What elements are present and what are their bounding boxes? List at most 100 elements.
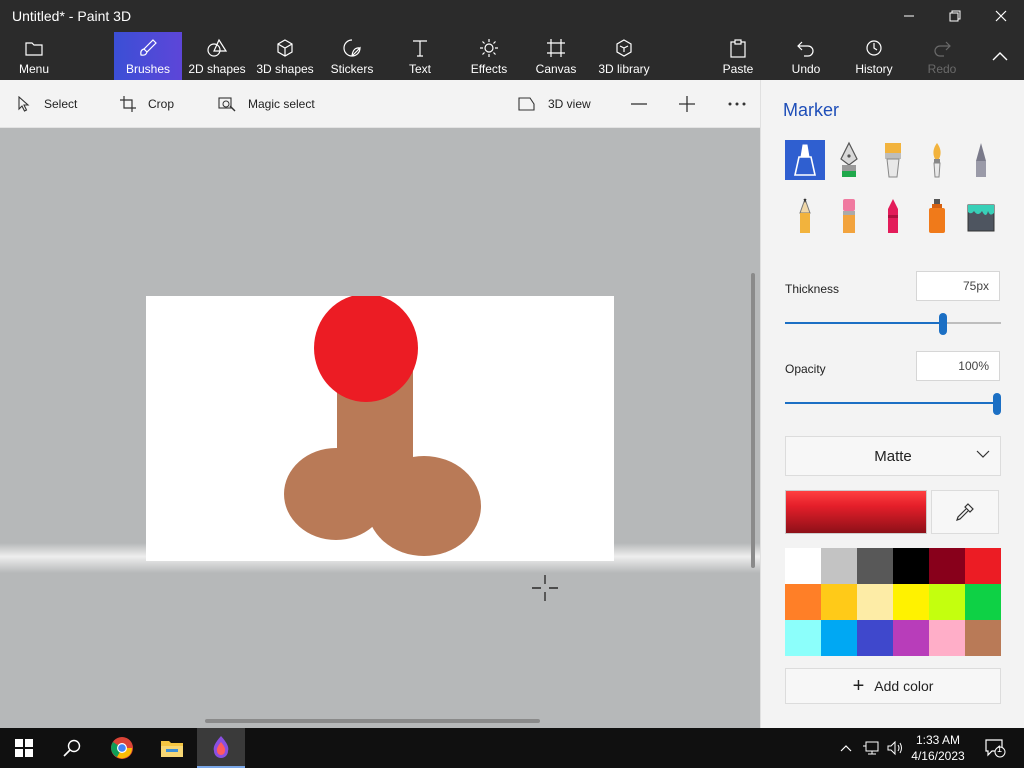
action-center-button[interactable]: 1 — [978, 728, 1012, 768]
drawing-canvas[interactable] — [146, 296, 614, 561]
eraser-icon — [843, 199, 855, 233]
color-swatch[interactable] — [893, 548, 929, 584]
current-color-swatch[interactable] — [785, 490, 927, 534]
add-color-button[interactable]: + Add color — [785, 668, 1001, 704]
pixel-pen-tool[interactable] — [961, 140, 1001, 180]
volume-button[interactable] — [882, 728, 908, 768]
color-swatch[interactable] — [785, 548, 821, 584]
eyedropper-button[interactable] — [931, 490, 999, 534]
crop-label: Crop — [148, 97, 175, 111]
menu-label: Menu — [18, 62, 50, 76]
color-swatch[interactable] — [785, 584, 821, 620]
horizontal-scrollbar[interactable] — [205, 719, 540, 723]
pencil-tool[interactable] — [785, 196, 825, 236]
collapse-ribbon-button[interactable] — [980, 32, 1020, 80]
color-swatch[interactable] — [929, 620, 965, 656]
undo-button[interactable]: Undo — [784, 32, 828, 80]
restore-icon — [949, 10, 961, 22]
color-swatch[interactable] — [857, 584, 893, 620]
opacity-thumb[interactable] — [993, 393, 1001, 415]
3d-shapes-button[interactable]: 3D shapes — [254, 32, 316, 80]
library-icon — [616, 39, 632, 57]
menu-button[interactable]: Menu — [0, 32, 68, 80]
oil-brush-tool[interactable] — [873, 140, 913, 180]
notification-count: 1 — [997, 744, 1003, 754]
redo-button[interactable]: Redo — [922, 32, 962, 80]
opacity-input[interactable]: 100% — [916, 351, 1000, 381]
magic-select-label: Magic select — [248, 97, 315, 111]
color-swatch[interactable] — [821, 584, 857, 620]
close-button[interactable] — [978, 0, 1024, 32]
color-swatch[interactable] — [893, 620, 929, 656]
brushes-button[interactable]: Brushes — [114, 32, 182, 80]
add-color-label: Add color — [874, 678, 934, 694]
paint3d-icon — [213, 736, 229, 758]
color-swatch[interactable] — [965, 548, 1001, 584]
clock-time: 1:33 AM — [915, 733, 961, 747]
color-swatch[interactable] — [821, 548, 857, 584]
watercolor-tool[interactable] — [917, 140, 957, 180]
opacity-slider[interactable] — [785, 393, 1001, 415]
more-icon — [728, 102, 746, 106]
finish-dropdown[interactable]: Matte — [785, 436, 1001, 476]
select-button[interactable]: Select — [16, 80, 77, 128]
minus-icon — [631, 103, 647, 105]
search-button[interactable] — [48, 728, 96, 768]
canvas-button[interactable]: Canvas — [530, 32, 582, 80]
color-swatch[interactable] — [929, 548, 965, 584]
color-swatch[interactable] — [857, 620, 893, 656]
spray-can-tool[interactable] — [917, 196, 957, 236]
crayon-tool[interactable] — [873, 196, 913, 236]
restore-button[interactable] — [932, 0, 978, 32]
fill-tool[interactable] — [961, 196, 1001, 236]
thickness-slider[interactable] — [785, 313, 1001, 335]
crop-button[interactable]: Crop — [120, 80, 174, 128]
3d-library-button[interactable]: 3D library — [594, 32, 654, 80]
magic-select-button[interactable]: Magic select — [218, 80, 315, 128]
more-options-button[interactable] — [727, 80, 759, 128]
taskbar: 1:33 AM 4/16/2023 1 — [0, 728, 1024, 768]
minimize-button[interactable] — [886, 0, 932, 32]
zoom-in-button[interactable] — [678, 80, 708, 128]
title-bar: Untitled* - Paint 3D — [0, 0, 1024, 32]
color-swatch[interactable] — [857, 548, 893, 584]
paste-label: Paste — [722, 62, 754, 76]
stickers-button[interactable]: Stickers — [324, 32, 380, 80]
2d-shapes-button[interactable]: 2D shapes — [186, 32, 248, 80]
close-icon — [995, 10, 1007, 22]
file-explorer-taskbar-button[interactable] — [148, 728, 196, 768]
show-hidden-icons-button[interactable] — [834, 728, 858, 768]
history-button[interactable]: History — [850, 32, 898, 80]
zoom-out-button[interactable] — [630, 80, 660, 128]
paint3d-taskbar-button[interactable] — [197, 728, 245, 768]
brush-icon — [140, 39, 157, 56]
color-swatch[interactable] — [965, 584, 1001, 620]
history-label: History — [855, 62, 893, 76]
eraser-tool[interactable] — [829, 196, 869, 236]
paste-button[interactable]: Paste — [716, 32, 760, 80]
drawing-shape-head — [314, 296, 418, 402]
text-button[interactable]: Text — [396, 32, 444, 80]
calligraphy-pen-tool[interactable] — [829, 140, 869, 180]
network-icon — [863, 741, 879, 755]
magic-select-icon — [218, 97, 236, 112]
workspace[interactable] — [0, 128, 760, 728]
thickness-input[interactable]: 75px — [916, 271, 1000, 301]
effects-button[interactable]: Effects — [464, 32, 514, 80]
color-swatch[interactable] — [929, 584, 965, 620]
start-button[interactable] — [0, 728, 48, 768]
3d-view-button[interactable]: 3D view — [518, 80, 591, 128]
color-swatch[interactable] — [785, 620, 821, 656]
sun-icon — [480, 39, 498, 57]
opacity-fill — [785, 402, 1001, 404]
system-clock[interactable]: 1:33 AM 4/16/2023 — [906, 732, 970, 764]
color-swatch[interactable] — [893, 584, 929, 620]
color-swatch[interactable] — [965, 620, 1001, 656]
vertical-scrollbar[interactable] — [751, 273, 755, 568]
marker-tool[interactable] — [785, 140, 825, 180]
chrome-taskbar-button[interactable] — [98, 728, 146, 768]
undo-label: Undo — [791, 62, 821, 76]
network-button[interactable] — [858, 728, 884, 768]
color-swatch[interactable] — [821, 620, 857, 656]
thickness-thumb[interactable] — [939, 313, 947, 335]
